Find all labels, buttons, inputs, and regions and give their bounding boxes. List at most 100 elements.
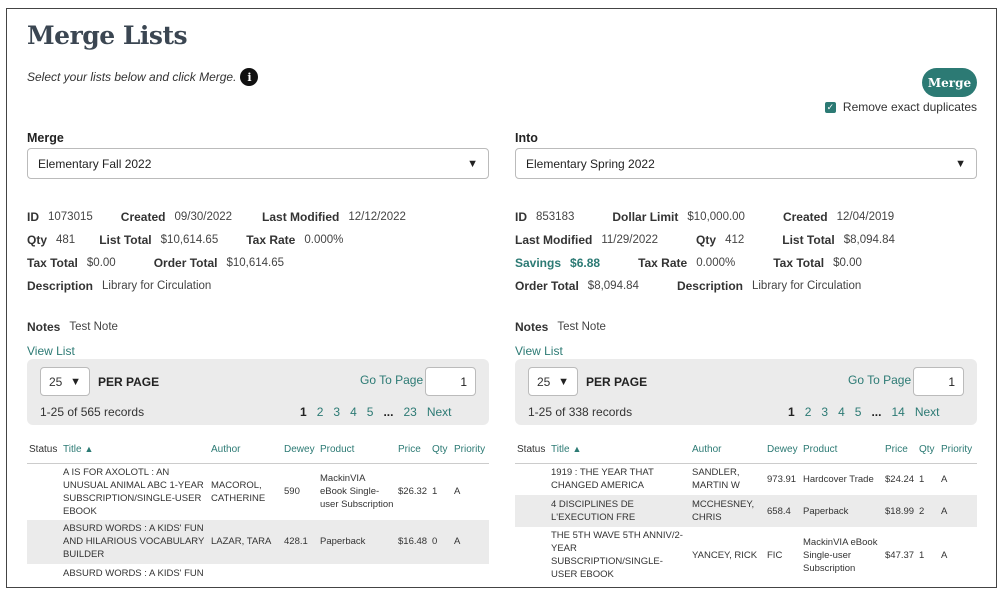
go-to-page-input[interactable] — [913, 367, 964, 396]
page-link[interactable]: 5 — [367, 405, 374, 419]
cell-product: MackinVIA eBook Single-user Subscription — [803, 536, 878, 574]
page-ellipsis: ... — [871, 405, 882, 419]
page-link[interactable]: 2 — [805, 405, 812, 419]
column-header-product[interactable]: Product — [318, 437, 396, 464]
next-page-link[interactable]: Next — [427, 405, 452, 419]
view-list-link[interactable]: View List — [515, 344, 563, 358]
cell-qty: 2 — [917, 495, 939, 527]
column-header-title-label: Title — [63, 444, 82, 456]
cell-dewey: 428.1 — [282, 519, 318, 564]
savings-label: Savings — [515, 255, 562, 270]
view-list-link[interactable]: View List — [27, 344, 75, 358]
column-header-price[interactable]: Price — [396, 437, 430, 464]
cell-product: Paperback — [318, 519, 396, 564]
cell-status — [515, 495, 549, 527]
notes-value: Test Note — [557, 320, 606, 333]
table-row[interactable]: 1919 : THE YEAR THAT CHANGED AMERICA SAN… — [515, 463, 977, 495]
column-header-priority[interactable]: Priority — [452, 437, 489, 464]
table-row[interactable]: 4 DISCIPLINES DE L'EXECUTION FRE MCCHESN… — [515, 495, 977, 527]
column-header-qty[interactable]: Qty — [917, 437, 939, 464]
id-value: 1073015 — [48, 210, 93, 223]
into-items-table: Status Title ▲ Author Dewey Product Price… — [515, 437, 977, 583]
page-link[interactable]: 3 — [821, 405, 828, 419]
table-row[interactable]: ABSURD WORDS : A KIDS' FUN — [27, 564, 489, 584]
column-header-dewey[interactable]: Dewey — [765, 437, 801, 464]
table-row[interactable]: ABSURD WORDS : A KIDS' FUN AND HILARIOUS… — [27, 519, 489, 564]
column-header-dewey[interactable]: Dewey — [282, 437, 318, 464]
cell-priority: A — [941, 549, 948, 561]
remove-duplicates-checkbox[interactable]: ✓ — [824, 101, 836, 113]
into-list-selected: Elementary Spring 2022 — [526, 156, 655, 171]
notes-row: Notes Test Note — [27, 315, 118, 338]
qty-value: 481 — [56, 233, 76, 246]
tax-total-label: Tax Total — [773, 255, 825, 270]
merge-source-panel: Merge Elementary Fall 2022 ▼ ID 1073015 … — [27, 131, 489, 587]
into-list-info: ID 853183 Dollar Limit $10,000.00 Create… — [515, 205, 977, 297]
order-total-value: $10,614.65 — [226, 256, 285, 269]
column-header-price[interactable]: Price — [883, 437, 917, 464]
tax-rate-value: 0.000% — [304, 233, 344, 246]
records-count: 1-25 of 565 records — [40, 405, 145, 419]
into-list-select[interactable]: Elementary Spring 2022 ▼ — [515, 148, 977, 179]
notes-row: Notes Test Note — [515, 315, 606, 338]
page-links: 1 2 3 4 5 ... 14 Next — [783, 405, 940, 419]
notes-value: Test Note — [69, 320, 118, 333]
column-header-qty[interactable]: Qty — [430, 437, 452, 464]
column-header-title-label: Title — [551, 444, 570, 456]
id-label: ID — [515, 209, 527, 224]
merge-list-select[interactable]: Elementary Fall 2022 ▼ — [27, 148, 489, 179]
last-modified-value: 11/29/2022 — [601, 233, 659, 246]
column-header-title[interactable]: Title ▲ — [61, 437, 209, 464]
tax-total-label: Tax Total — [27, 255, 78, 270]
caret-down-icon: ▼ — [467, 157, 478, 170]
page-link[interactable]: 5 — [855, 405, 862, 419]
cell-status — [27, 463, 61, 520]
column-header-status[interactable]: Status — [27, 437, 61, 464]
description-label: Description — [27, 278, 94, 293]
remove-duplicates-option[interactable]: ✓ Remove exact duplicates — [824, 100, 977, 114]
column-header-status[interactable]: Status — [515, 437, 549, 464]
remove-duplicates-label: Remove exact duplicates — [842, 100, 977, 114]
per-page-select[interactable]: 25 ▼ — [528, 367, 578, 396]
page-link[interactable]: 2 — [317, 405, 324, 419]
per-page-select[interactable]: 25 ▼ — [40, 367, 90, 396]
cell-author: SANDLER, MARTIN W — [692, 467, 740, 492]
created-label: Created — [782, 209, 828, 224]
column-header-title[interactable]: Title ▲ — [549, 437, 690, 464]
column-header-product[interactable]: Product — [801, 437, 883, 464]
created-value: 09/30/2022 — [174, 210, 233, 223]
merge-button[interactable]: Merge — [922, 68, 977, 97]
description-value: Library for Circulation — [102, 279, 212, 292]
notes-label: Notes — [27, 319, 61, 334]
table-row[interactable]: THE 5TH WAVE 5TH ANNIV/2-YEAR SUBSCRIPTI… — [515, 527, 977, 583]
column-header-priority[interactable]: Priority — [939, 437, 977, 464]
per-page-label: PER PAGE — [586, 375, 648, 389]
page-link[interactable]: 4 — [838, 405, 845, 419]
savings-value: $6.88 — [570, 255, 601, 270]
merge-items-table: Status Title ▲ Author Dewey Product Price… — [27, 437, 489, 584]
go-to-page-input[interactable] — [425, 367, 476, 396]
cell-price: $18.99 — [883, 495, 917, 527]
column-header-author[interactable]: Author — [690, 437, 765, 464]
per-page-value: 25 — [537, 374, 551, 389]
column-header-author[interactable]: Author — [209, 437, 282, 464]
caret-down-icon: ▼ — [70, 375, 81, 388]
last-modified-value: 12/12/2022 — [348, 210, 406, 223]
cell-dewey: 973.91 — [767, 473, 797, 485]
next-page-link[interactable]: Next — [915, 405, 940, 419]
table-row[interactable]: A IS FOR AXOLOTL : AN UNUSUAL ANIMAL ABC… — [27, 463, 489, 520]
cell-title: 1919 : THE YEAR THAT CHANGED AMERICA — [551, 467, 654, 492]
page-link[interactable]: 23 — [403, 405, 416, 419]
info-icon[interactable]: i — [240, 68, 259, 86]
page-link-current[interactable]: 1 — [788, 405, 795, 419]
page-link[interactable]: 3 — [333, 405, 340, 419]
notes-label: Notes — [515, 319, 549, 334]
page-link[interactable]: 14 — [891, 405, 904, 419]
page-link[interactable]: 4 — [350, 405, 357, 419]
created-value: 12/04/2019 — [836, 210, 895, 223]
qty-label: Qty — [27, 232, 48, 247]
page-title: Merge Lists — [27, 21, 188, 50]
dollar-limit-label: Dollar Limit — [612, 209, 679, 224]
cell-dewey: FIC — [767, 549, 783, 561]
page-link-current[interactable]: 1 — [300, 405, 307, 419]
